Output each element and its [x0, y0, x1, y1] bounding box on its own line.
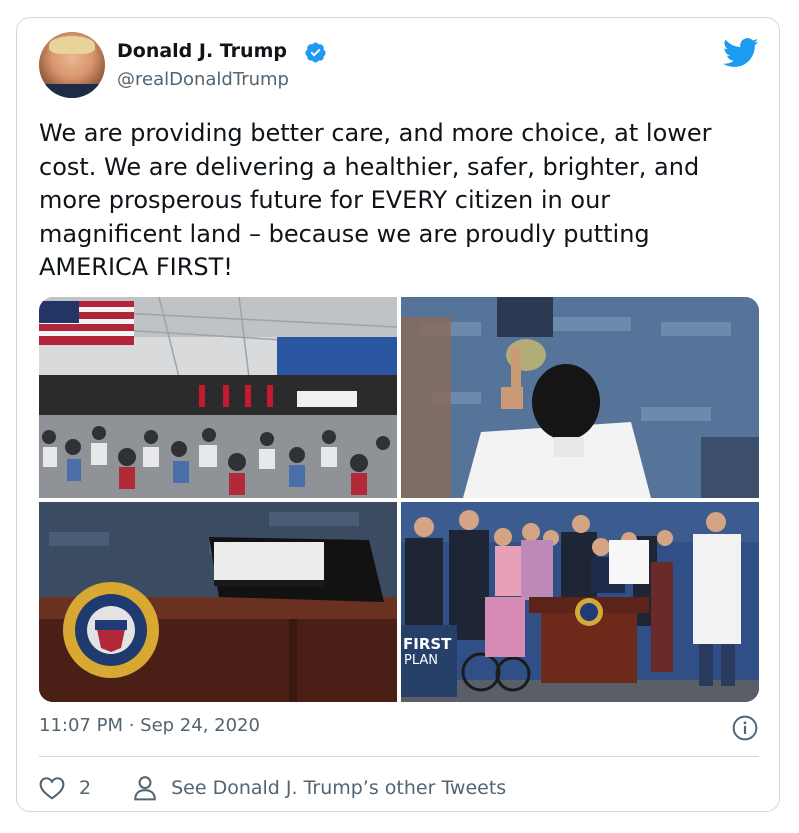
divider: [39, 756, 759, 757]
sign-line-first: FIRST: [403, 635, 452, 653]
photo-presidential-seal[interactable]: [39, 502, 397, 702]
avatar[interactable]: [39, 32, 105, 98]
like-count: 2: [79, 777, 92, 799]
photo-raised-hand-art: [401, 297, 759, 498]
photo-hangar-event-art: [39, 297, 397, 498]
person-icon[interactable]: [133, 775, 157, 801]
twitter-bird-icon[interactable]: [723, 38, 759, 68]
avatar-suit: [39, 84, 105, 98]
see-other-tweets-link[interactable]: See Donald J. Trump’s other Tweets: [171, 777, 506, 799]
photo-presidential-seal-art: [39, 502, 397, 702]
verified-badge-icon: [305, 42, 326, 63]
tweet-card: Donald J. Trump @realDonaldTrump We are …: [16, 17, 780, 812]
tweet-actions: 2 See Donald J. Trump’s other Tweets: [39, 773, 506, 803]
author-handle[interactable]: @realDonaldTrump: [117, 69, 289, 90]
author-name[interactable]: Donald J. Trump: [117, 40, 287, 62]
photo-hangar-event[interactable]: [39, 297, 397, 498]
media-grid[interactable]: FIRST PLAN: [39, 297, 759, 702]
tweet-timestamp[interactable]: 11:07 PM · Sep 24, 2020: [39, 715, 260, 736]
tweet-text: We are providing better care, and more c…: [39, 119, 712, 281]
photo-signing-ceremony[interactable]: FIRST PLAN: [401, 502, 759, 702]
heart-icon[interactable]: [39, 776, 65, 800]
info-icon[interactable]: [732, 715, 758, 741]
sign-line-plan: PLAN: [404, 653, 438, 668]
photo-raised-hand[interactable]: [401, 297, 759, 498]
first-plan-sign: FIRST PLAN: [401, 625, 457, 697]
avatar-hair: [49, 36, 95, 54]
